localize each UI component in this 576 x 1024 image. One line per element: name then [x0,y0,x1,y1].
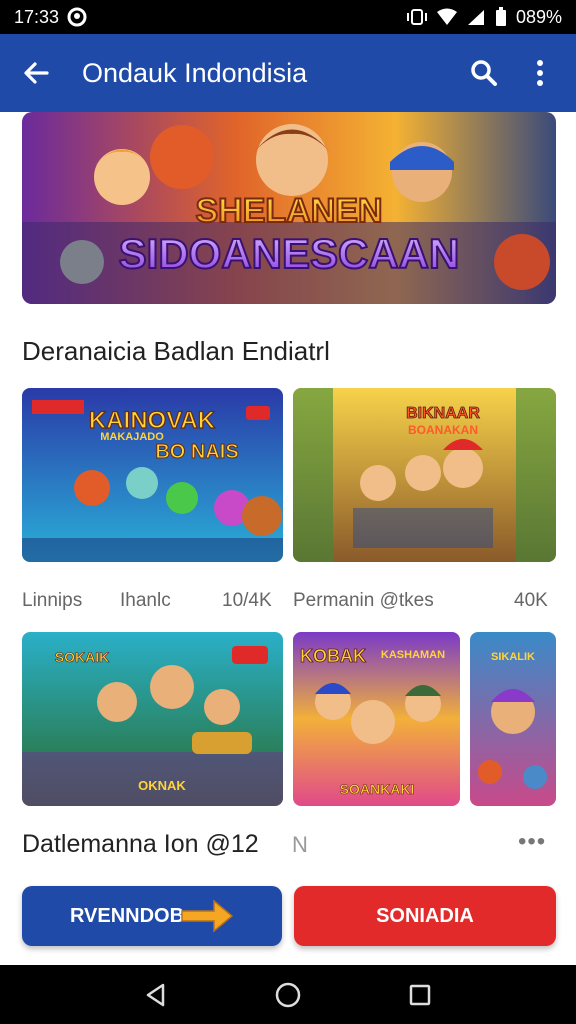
game-card-2-art: BIKNAAR BOANAKAN [293,388,556,562]
primary-action-label: RVENNDOB [69,904,185,927]
row2-title: Datlemanna Ion @12 [22,830,259,858]
game-card-5[interactable]: SIKALIK [470,632,556,806]
game-card-3-title: SOKAIK [55,649,109,665]
more-horiz-button[interactable]: ••• [518,828,546,856]
nav-back-icon [146,983,165,1006]
card-1-meta-mid: Ihanlc [120,590,171,611]
wifi-icon [436,8,457,25]
battery-icon [495,7,506,26]
battery-percent: 089% [515,6,562,27]
vibrate-icon [406,9,427,25]
game-card-4-tag: KASHAMAN [381,649,445,661]
nav-home-icon [275,982,301,1007]
game-card-2[interactable]: BIKNAAR BOANAKAN [293,388,556,562]
game-card-4[interactable]: KOBAK KASHAMAN SOANKAKI [293,632,460,806]
nav-recents-icon [409,984,431,1005]
status-time: 17:33 [14,6,60,27]
status-right: 089% [406,7,562,28]
game-card-2-title-line2: BOANAKAN [408,423,478,437]
game-card-3-caption: OKNAK [138,778,186,793]
game-card-3-art: SOKAIK OKNAK [22,632,283,806]
card-2-meta-right: 40K [514,590,548,611]
back-button[interactable] [18,55,54,91]
system-nav-bar [0,965,576,1024]
game-card-3[interactable]: SOKAIK OKNAK [22,632,283,806]
game-card-1-title-line1: KAINOVAK [89,407,216,434]
game-card-5-title: SIKALIK [491,651,535,663]
section-title: Deranaicia Badlan Endiatrl [22,336,330,366]
game-card-1[interactable]: KAINOVAK MAKAJADO BO NAIS [22,388,283,562]
nav-recents-button[interactable] [400,975,440,1015]
search-button[interactable] [466,55,502,91]
game-card-1-art: KAINOVAK MAKAJADO BO NAIS [22,388,283,562]
status-left: 17:33 [14,7,87,28]
page-title: Ondauk Indondisia [82,57,308,88]
app-bar: Ondauk Indondisia [0,34,576,112]
game-card-2-title-line1: BIKNAAR [406,405,480,422]
banner-art: SHELANEN SIDOANESCAAN [22,112,556,304]
row2-extra: N [292,832,308,857]
secondary-action-label: SONIADIA [376,904,474,927]
game-card-5-art: SIKALIK [470,632,556,806]
more-vert-icon [537,60,543,86]
nav-back-button[interactable] [136,975,176,1015]
app-notification-icon [67,7,87,27]
status-bar: 17:33 089% [0,0,576,34]
search-icon [471,60,497,86]
card-2-meta-left: Permanin @tkes [293,590,434,611]
secondary-action-button[interactable]: SONIADIA [294,886,556,946]
signal-icon [467,10,484,25]
arrow-right-icon [181,899,234,933]
game-card-4-title: KOBAK [300,646,366,666]
scroll-content[interactable]: SHELANEN SIDOANESCAAN Deranaicia Badlan … [0,112,576,965]
more-options-button[interactable] [522,55,558,91]
banner-title-line1: SHELANEN [195,192,382,230]
game-card-4-art: KOBAK KASHAMAN SOANKAKI [293,632,460,806]
game-card-1-title-line2: BO NAIS [155,441,238,463]
banner-title-line2: SIDOANESCAAN [119,230,460,277]
nav-home-button[interactable] [268,975,308,1015]
primary-action-button[interactable]: RVENNDOB [22,886,282,946]
card-1-meta-right: 10/4K [222,590,272,611]
card-1-meta-left: Linnips [22,590,83,611]
arrow-left-icon [24,62,49,84]
game-card-4-caption: SOANKAKI [340,781,415,797]
featured-banner[interactable]: SHELANEN SIDOANESCAAN [22,112,556,304]
